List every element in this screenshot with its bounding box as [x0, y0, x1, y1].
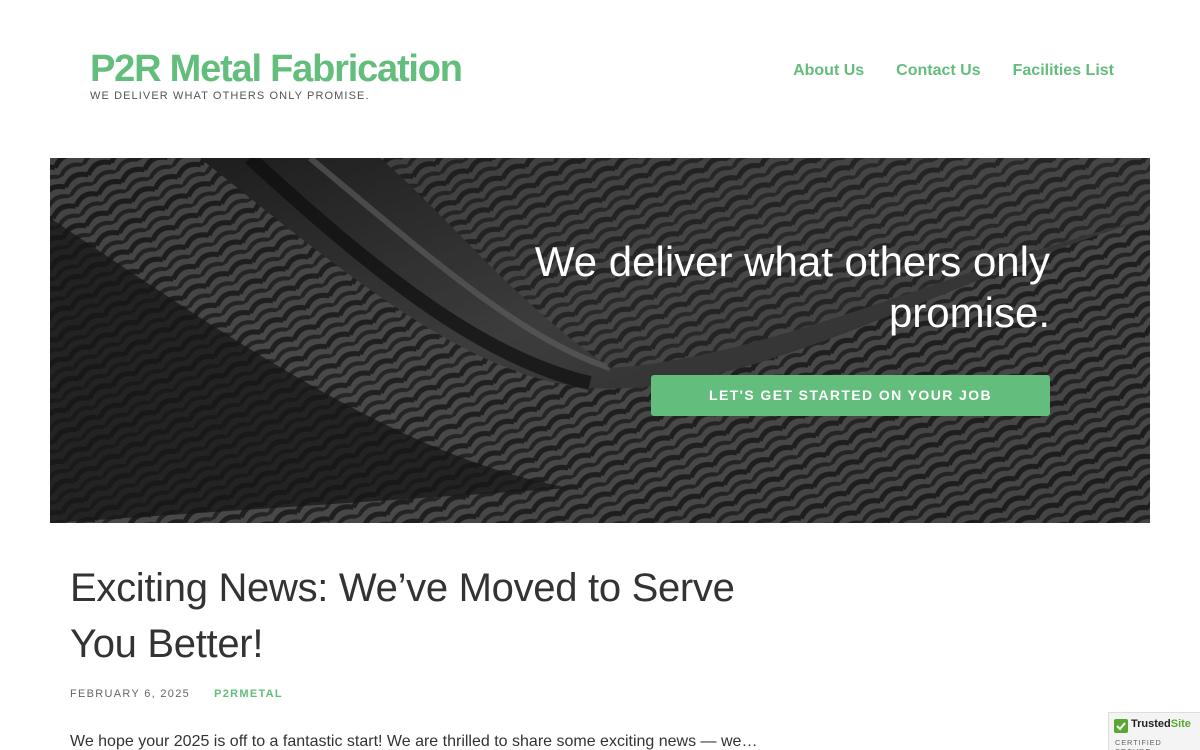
main-nav: About Us Contact Us Facilities List — [793, 61, 1114, 81]
hero-heading: We deliver what others only promise. — [534, 238, 1050, 336]
checkmark-icon — [1114, 719, 1128, 733]
site-tagline: WE DELIVER WHAT OTHERS ONLY PROMISE. — [90, 90, 370, 102]
nav-item-about-us[interactable]: About Us — [793, 61, 864, 81]
nav-item-contact-us[interactable]: Contact Us — [896, 61, 980, 81]
site-title[interactable]: P2R Metal Fabrication — [90, 46, 463, 92]
hero-background-image — [50, 158, 1150, 523]
post-author-link[interactable]: P2RMETAL — [214, 688, 283, 700]
nav-item-facilities-list[interactable]: Facilities List — [1013, 61, 1114, 81]
hero-banner: We deliver what others only promise. LET… — [50, 158, 1150, 523]
badge-name: TrustedSite — [1131, 718, 1191, 730]
post-excerpt: We hope your 2025 is off to a fantastic … — [70, 733, 758, 750]
blog-post: Exciting News: We’ve Moved to Serve You … — [70, 560, 790, 700]
post-title[interactable]: Exciting News: We’ve Moved to Serve You … — [70, 560, 790, 672]
site-header: P2R Metal Fabrication WE DELIVER WHAT OT… — [0, 0, 1200, 158]
post-meta: FEBRUARY 6, 2025 P2RMETAL — [70, 688, 790, 700]
get-started-button[interactable]: LET'S GET STARTED ON YOUR JOB — [651, 375, 1050, 416]
trustedsite-badge[interactable]: TrustedSite CERTIFIED SECURE — [1108, 712, 1200, 750]
badge-subtext: CERTIFIED SECURE — [1115, 738, 1162, 750]
post-date: FEBRUARY 6, 2025 — [70, 688, 191, 700]
